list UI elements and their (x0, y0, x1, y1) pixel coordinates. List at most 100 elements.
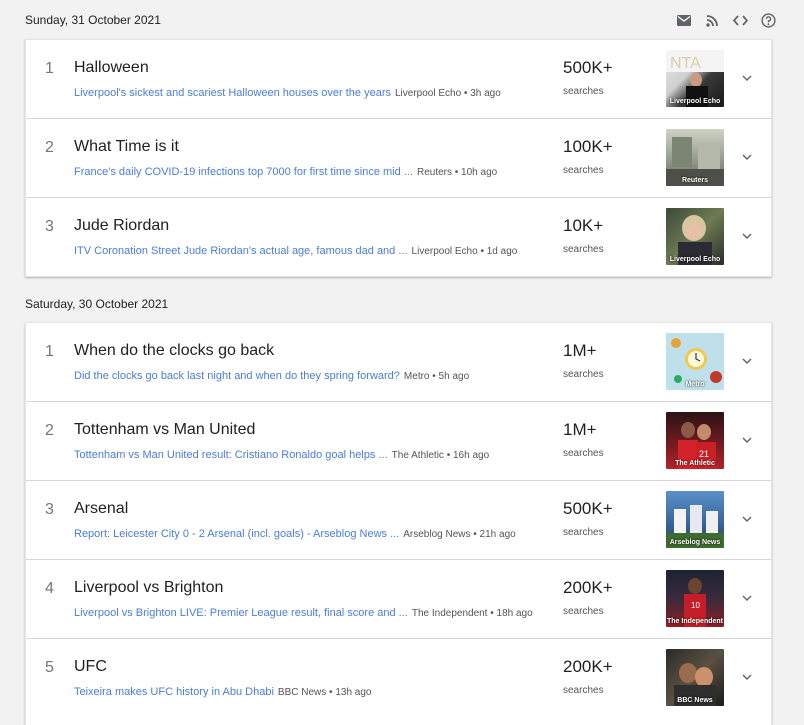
trend-row[interactable]: 5 UFC Teixeira makes UFC history in Abu … (26, 639, 771, 718)
search-count: 500K+ (563, 499, 613, 518)
trend-title[interactable]: UFC (74, 658, 107, 676)
trend-rank: 2 (45, 139, 54, 156)
thumbnail-source: BBC News (677, 697, 713, 704)
search-count-label: searches (563, 527, 604, 538)
chevron-down-icon[interactable] (739, 70, 755, 86)
news-thumbnail[interactable]: Liverpool Echo (666, 208, 724, 265)
article-link[interactable]: Report: Leicester City 0 - 2 Arsenal (in… (74, 528, 399, 540)
news-thumbnail[interactable]: Arseblog News (666, 491, 724, 548)
search-count-label: searches (563, 606, 604, 617)
trend-rank: 3 (45, 218, 54, 235)
day-header: Sunday, 31 October 2021 (25, 13, 161, 27)
search-count: 1M+ (563, 420, 597, 439)
search-count: 200K+ (563, 578, 613, 597)
article-link[interactable]: Tottenham vs Man United result: Cristian… (74, 449, 388, 461)
trend-rank: 1 (45, 60, 54, 77)
thumbnail-source: The Athletic (675, 460, 715, 467)
trend-row[interactable]: 3 Arsenal Report: Leicester City 0 - 2 A… (26, 481, 771, 560)
article-source: Arseblog News • 21h ago (403, 529, 516, 540)
chevron-down-icon[interactable] (739, 149, 755, 165)
search-count: 200K+ (563, 657, 613, 676)
search-count: 100K+ (563, 137, 613, 156)
trend-article: Did the clocks go back last night and wh… (74, 370, 469, 382)
mail-icon[interactable] (675, 11, 693, 29)
chevron-down-icon[interactable] (739, 669, 755, 685)
svg-text:10: 10 (691, 601, 700, 610)
trend-article: Liverpool vs Brighton LIVE: Premier Leag… (74, 607, 533, 619)
news-thumbnail[interactable]: Reuters (666, 129, 724, 186)
trend-title[interactable]: Arsenal (74, 500, 128, 518)
trend-article: France's daily COVID-19 infections top 7… (74, 166, 497, 178)
search-count: 500K+ (563, 58, 613, 77)
svg-text:21: 21 (699, 449, 709, 459)
news-thumbnail[interactable]: 10 The Independent (666, 570, 724, 627)
thumbnail-source: Liverpool Echo (669, 256, 721, 263)
article-source: Liverpool Echo • 1d ago (411, 246, 518, 257)
trend-title[interactable]: Tottenham vs Man United (74, 421, 255, 439)
news-thumbnail[interactable]: Metro (666, 333, 724, 390)
trend-row[interactable]: 2 What Time is it France's daily COVID-1… (26, 119, 771, 198)
search-count-label: searches (563, 369, 604, 380)
trend-article: Liverpool's sickest and scariest Hallowe… (74, 87, 501, 99)
article-link[interactable]: Liverpool vs Brighton LIVE: Premier Leag… (74, 607, 408, 619)
embed-code-icon[interactable] (731, 11, 749, 29)
search-count-label: searches (563, 448, 604, 459)
search-count-label: searches (563, 685, 604, 696)
trend-rank: 1 (45, 343, 54, 360)
chevron-down-icon[interactable] (739, 228, 755, 244)
news-thumbnail[interactable]: NTA Liverpool Echo (666, 50, 724, 107)
thumbnail-source: The Independent (667, 618, 723, 625)
trend-title[interactable]: When do the clocks go back (74, 342, 274, 360)
toolbar (675, 11, 777, 29)
thumbnail-source: Arseblog News (669, 539, 721, 546)
article-source: Liverpool Echo • 3h ago (394, 88, 501, 99)
svg-text:NTA: NTA (670, 55, 701, 72)
trend-row[interactable]: 2 Tottenham vs Man United Tottenham vs M… (26, 402, 771, 481)
article-source: The Athletic • 16h ago (391, 450, 490, 461)
news-thumbnail[interactable]: 21 The Athletic (666, 412, 724, 469)
daily-trends-page: Sunday, 31 October 2021 1 Halloween Live… (0, 0, 804, 725)
article-source: BBC News • 13h ago (277, 687, 372, 698)
trend-title[interactable]: Halloween (74, 59, 149, 77)
trend-article: Report: Leicester City 0 - 2 Arsenal (in… (74, 528, 516, 540)
article-link[interactable]: Liverpool's sickest and scariest Hallowe… (74, 87, 391, 99)
article-link[interactable]: Teixeira makes UFC history in Abu Dhabi (74, 686, 274, 698)
trend-rank: 5 (45, 659, 54, 676)
day-header: Saturday, 30 October 2021 (25, 297, 169, 311)
trend-rank: 3 (45, 501, 54, 518)
article-link[interactable]: ITV Coronation Street Jude Riordan's act… (74, 245, 408, 257)
news-thumbnail[interactable]: BBC News (666, 649, 724, 706)
help-icon[interactable] (759, 11, 777, 29)
thumbnail-source: Metro (685, 381, 705, 388)
article-source: The Independent • 18h ago (411, 608, 533, 619)
article-link[interactable]: Did the clocks go back last night and wh… (74, 370, 400, 382)
chevron-down-icon[interactable] (739, 590, 755, 606)
article-source: Metro • 5h ago (403, 371, 470, 382)
chevron-down-icon[interactable] (739, 511, 755, 527)
article-link[interactable]: France's daily COVID-19 infections top 7… (74, 166, 413, 178)
trend-row[interactable]: 3 Jude Riordan ITV Coronation Street Jud… (26, 198, 771, 277)
trend-rank: 4 (45, 580, 54, 597)
article-source: Reuters • 10h ago (416, 167, 498, 178)
thumbnail-source: Reuters (681, 177, 709, 184)
chevron-down-icon[interactable] (739, 432, 755, 448)
search-count: 10K+ (563, 216, 604, 235)
chevron-down-icon[interactable] (739, 353, 755, 369)
search-count-label: searches (563, 244, 604, 255)
trends-card: 1 When do the clocks go back Did the clo… (25, 322, 772, 725)
trends-card: 1 Halloween Liverpool's sickest and scar… (25, 39, 772, 277)
trend-row[interactable]: 1 Halloween Liverpool's sickest and scar… (26, 40, 771, 119)
search-count: 1M+ (563, 341, 597, 360)
trend-title[interactable]: What Time is it (74, 138, 179, 156)
trend-article: Teixeira makes UFC history in Abu Dhabi B… (74, 686, 371, 698)
trend-row[interactable]: 1 When do the clocks go back Did the clo… (26, 323, 771, 402)
trend-title[interactable]: Liverpool vs Brighton (74, 579, 223, 597)
thumbnail-source: Liverpool Echo (669, 98, 721, 105)
search-count-label: searches (563, 86, 604, 97)
trend-article: ITV Coronation Street Jude Riordan's act… (74, 245, 517, 257)
rss-icon[interactable] (703, 11, 721, 29)
trend-article: Tottenham vs Man United result: Cristian… (74, 449, 489, 461)
trend-rank: 2 (45, 422, 54, 439)
trend-row[interactable]: 4 Liverpool vs Brighton Liverpool vs Bri… (26, 560, 771, 639)
trend-title[interactable]: Jude Riordan (74, 217, 169, 235)
